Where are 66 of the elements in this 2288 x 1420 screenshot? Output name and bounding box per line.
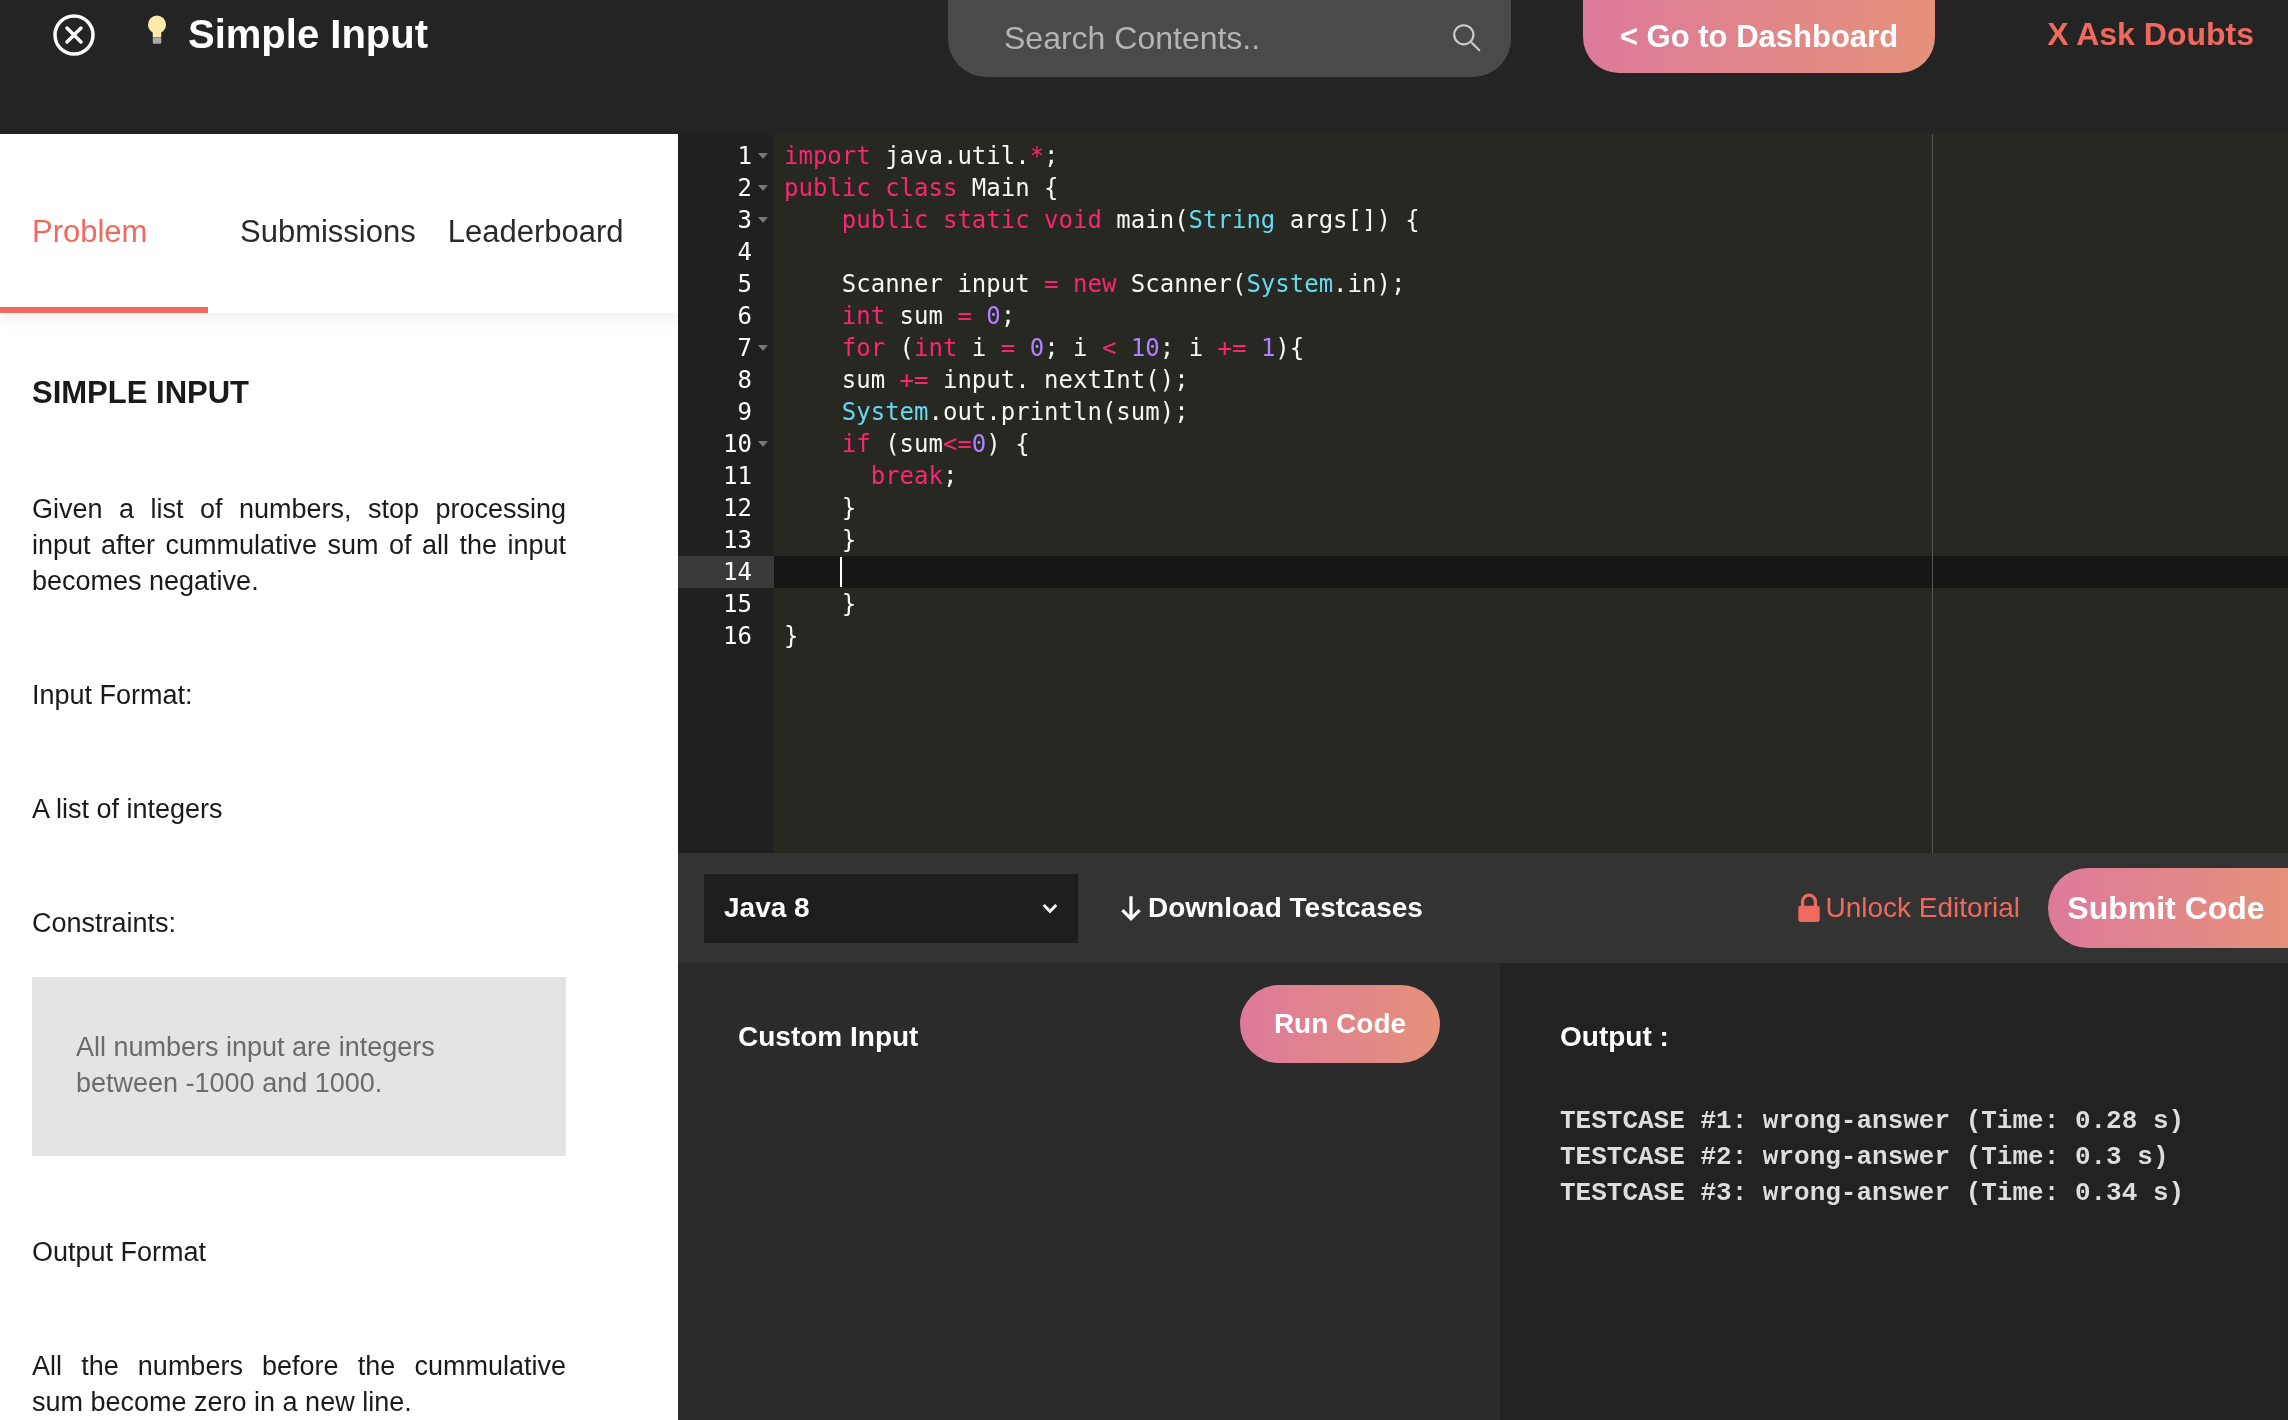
line-number: 4 <box>737 238 752 266</box>
tab[interactable]: Problem <box>0 134 208 313</box>
code-line: import java.util.*; <box>784 142 1059 170</box>
section-label: Output Format <box>32 1236 208 1269</box>
dashboard-button[interactable]: < Go to Dashboard <box>1583 0 1935 73</box>
line-number: 13 <box>723 526 752 554</box>
code-line: for (int i = 0; i < 10; i += 1){ <box>840 334 1305 362</box>
testcase-result: TESTCASE #1: wrong-answer (Time: 0.28 s) <box>1560 1105 2186 1138</box>
code-line: break; <box>869 462 958 490</box>
line-number: 8 <box>737 366 752 394</box>
code-line: } <box>840 494 857 522</box>
line-number: 16 <box>723 622 752 650</box>
output-format-text: All the numbers before the cummulative sum become zero in a new line. <box>32 1350 566 1419</box>
input-format-text: A list of integers <box>32 793 224 826</box>
fold-arrow-icon[interactable] <box>758 185 768 191</box>
line-number: 14 <box>723 558 752 586</box>
fold-arrow-icon[interactable] <box>758 441 768 447</box>
lock-icon[interactable] <box>1797 893 1822 923</box>
code-line: int sum = 0; <box>840 302 1016 330</box>
line-number: 10 <box>723 430 752 458</box>
tab[interactable]: Leaderboard <box>447 134 624 313</box>
code-line: } <box>840 526 857 554</box>
download-testcases-link[interactable]: Download Testcases <box>1148 892 1423 924</box>
code-line: sum += input. nextInt(); <box>840 366 1189 394</box>
submit-code-button[interactable]: Submit Code <box>2048 868 2288 948</box>
run-code-button[interactable]: Run Code <box>1240 985 1440 1063</box>
fold-arrow-icon[interactable] <box>758 217 768 223</box>
search-field[interactable]: Search Contents.. <box>948 0 1511 77</box>
problem-heading: SIMPLE INPUT <box>32 375 250 411</box>
code-line: } <box>840 590 857 618</box>
constraints-text: All numbers input are integers between -1000 and 1000. <box>76 1032 435 1098</box>
line-number: 6 <box>737 302 752 330</box>
fold-arrow-icon[interactable] <box>758 345 768 351</box>
tab[interactable]: Submissions <box>240 134 416 313</box>
testcase-result: TESTCASE #3: wrong-answer (Time: 0.34 s) <box>1560 1177 2186 1210</box>
line-number: 11 <box>723 462 752 490</box>
fold-arrow-icon[interactable] <box>758 153 768 159</box>
code-line: } <box>784 622 799 650</box>
custom-input-label: Custom Input <box>738 1021 919 1053</box>
unlock-editorial-link[interactable]: Unlock Editorial <box>1825 892 2020 924</box>
download-arrow-icon[interactable] <box>1120 894 1142 922</box>
chevron-down-icon <box>1042 902 1058 914</box>
code-line: Scanner input = new Scanner(System.in); <box>840 270 1406 298</box>
section-label: Constraints: <box>32 907 178 940</box>
line-number: 15 <box>723 590 752 618</box>
language-dropdown[interactable]: Java 8 <box>704 873 1078 943</box>
line-number: 5 <box>737 270 752 298</box>
problem-description: Given a list of numbers, stop processing input after cummulative sum of all the input becomes negative. <box>32 493 566 598</box>
testcase-result: TESTCASE #2: wrong-answer (Time: 0.3 s) <box>1560 1141 2170 1174</box>
text-cursor <box>840 557 842 587</box>
code-line: public static void main(String args[]) { <box>840 206 1420 234</box>
line-number: 9 <box>737 398 752 426</box>
code-line: public class Main { <box>784 174 1059 202</box>
line-number: 1 <box>737 142 752 170</box>
search-icon[interactable] <box>1451 22 1483 54</box>
line-number: 7 <box>737 334 752 362</box>
close-icon[interactable] <box>52 13 96 57</box>
line-number: 2 <box>737 174 752 202</box>
section-label: Input Format: <box>32 679 194 712</box>
line-number: 12 <box>723 494 752 522</box>
page-title: Simple Input <box>188 12 428 57</box>
code-line: System.out.println(sum); <box>840 398 1189 426</box>
output-label: Output : <box>1560 1021 1670 1053</box>
code-line: if (sum<=0) { <box>840 430 1030 458</box>
line-number: 3 <box>737 206 752 234</box>
ask-doubts-link[interactable]: X Ask Doubts <box>2047 16 2288 53</box>
